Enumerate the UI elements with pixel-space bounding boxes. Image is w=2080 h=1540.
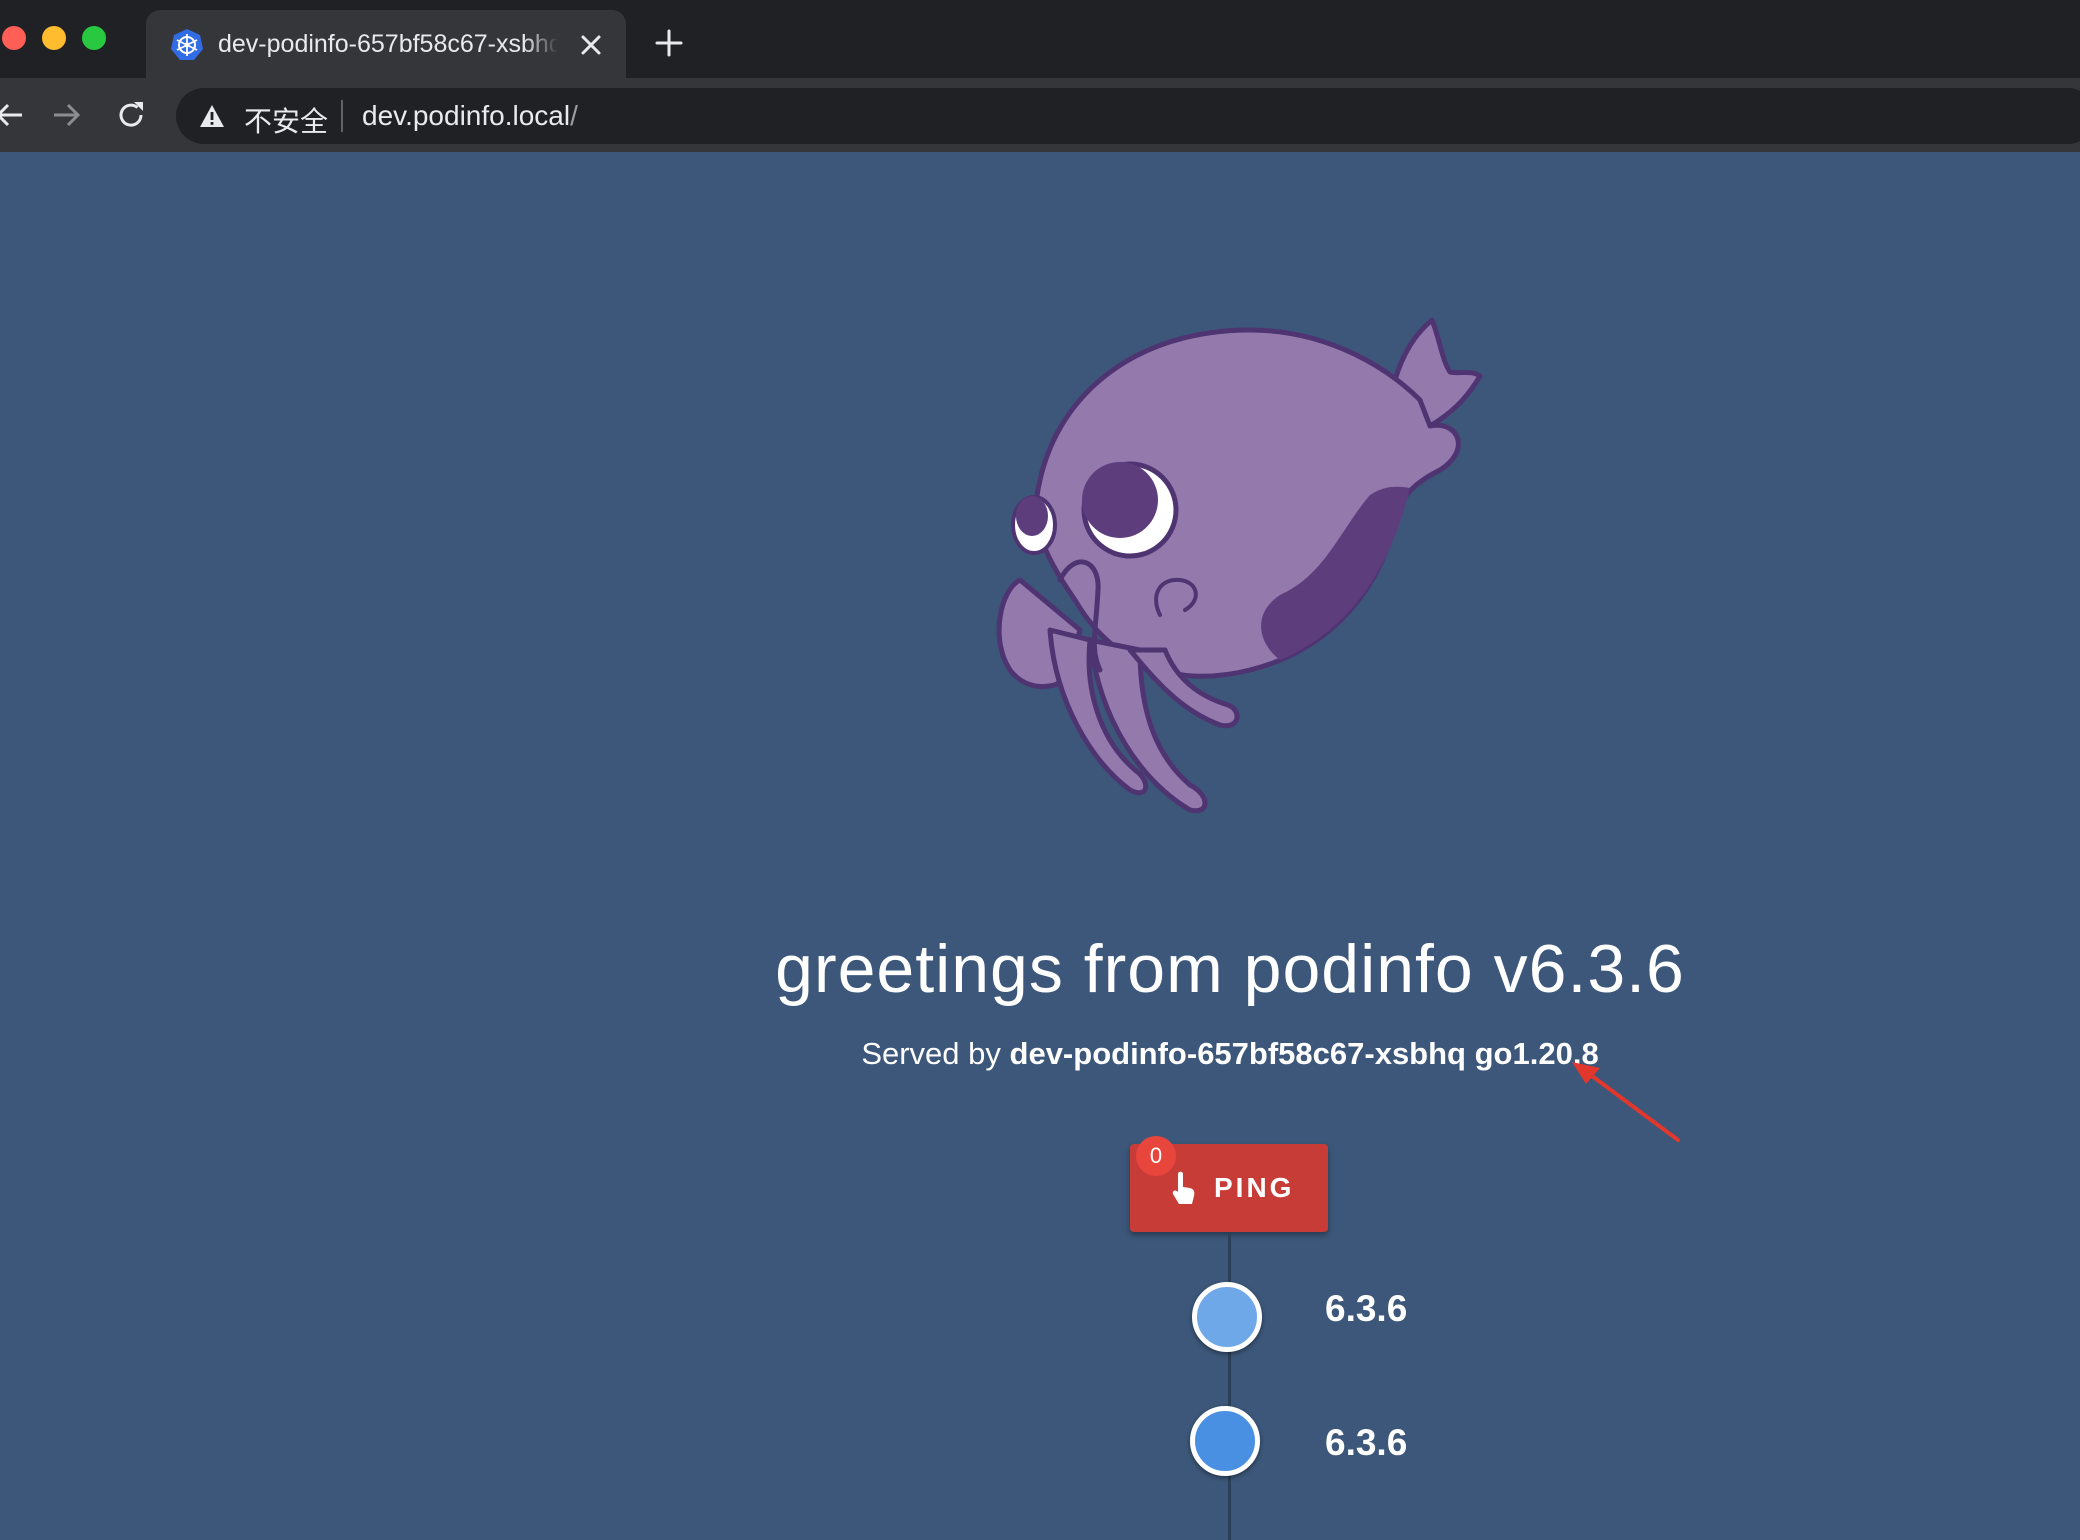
tab-strip: dev-podinfo-657bf58c67-xsbhq: [0, 0, 2080, 78]
timeline-version: 6.3.6: [1325, 1422, 1408, 1463]
address-separator: [341, 100, 343, 132]
browser-toolbar: 不安全 dev.podinfo.local/: [0, 78, 2080, 152]
timeline-dot: [1192, 1282, 1262, 1352]
window-zoom-button[interactable]: [82, 26, 106, 50]
window-minimize-button[interactable]: [42, 26, 66, 50]
url-path: /: [570, 100, 578, 131]
timeline-version: 6.3.6: [1325, 1288, 1408, 1329]
browser-tab[interactable]: dev-podinfo-657bf58c67-xsbhq: [146, 10, 626, 78]
ping-label: PING: [1214, 1172, 1295, 1203]
url-host: dev.podinfo.local: [362, 100, 571, 131]
back-arrow-icon[interactable]: [0, 96, 28, 134]
touch-icon: [1172, 1171, 1195, 1204]
timeline-dot: [1190, 1406, 1260, 1476]
timeline-line: [1228, 1232, 1231, 1540]
kubernetes-icon: [171, 29, 203, 60]
tab-title: dev-podinfo-657bf58c67-xsbhq: [218, 30, 558, 58]
page-title: greetings from podinfo v6.3.6: [775, 931, 1685, 1007]
address-bar[interactable]: 不安全 dev.podinfo.local/: [176, 88, 2080, 144]
close-icon[interactable]: [578, 32, 604, 58]
ping-button[interactable]: 0 PING: [1130, 1136, 1328, 1232]
served-by-text: Served by dev-podinfo-657bf58c67-xsbhq g…: [560, 1036, 1900, 1072]
served-host: dev-podinfo-657bf58c67-xsbhq: [1009, 1036, 1466, 1071]
browser-chrome: dev-podinfo-657bf58c67-xsbhq 不安全 dev.pod…: [0, 0, 2080, 152]
security-status[interactable]: 不安全: [244, 100, 328, 140]
warning-icon: [200, 105, 224, 127]
annotation-arrow-icon: [1572, 1062, 1680, 1142]
url-text[interactable]: dev.podinfo.local/: [362, 100, 578, 132]
served-prefix: Served by: [861, 1036, 1001, 1071]
window-close-button[interactable]: [2, 26, 26, 50]
forward-arrow-icon[interactable]: [48, 96, 86, 134]
plus-icon[interactable]: [652, 26, 686, 60]
reload-icon[interactable]: [112, 96, 150, 134]
podinfo-mascot-image: [996, 317, 1483, 814]
